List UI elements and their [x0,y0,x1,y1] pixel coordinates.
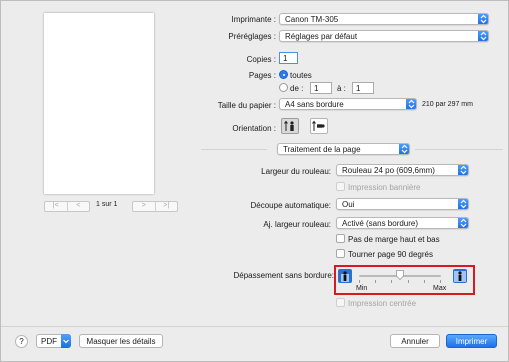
paper-dimensions: 210 par 297 mm [422,101,473,108]
presets-select[interactable]: Réglages par défaut [279,30,489,42]
rotate-label: Tourner page 90 degrés [348,250,433,259]
paper-size-value: A4 sans bordure [285,100,344,109]
overflow-label: Dépassement sans bordure: [233,271,335,280]
no-margin-checkbox[interactable] [336,234,345,243]
pdf-menu-button[interactable]: PDF [36,334,71,348]
rotate-checkbox[interactable] [336,249,345,258]
pages-from-label: de : [290,84,304,93]
pages-to-label: à : [337,84,346,93]
preview-nav-back-group: |< < [44,201,90,212]
roll-width-select[interactable]: Rouleau 24 po (609,6mm) [336,164,469,176]
paper-size-label: Taille du papier : [217,101,276,110]
presets-value: Réglages par défaut [285,32,358,41]
orientation-label: Orientation : [232,124,276,133]
updown-arrow-icon [478,31,488,41]
landscape-icon [312,120,325,131]
updown-arrow-icon [478,14,488,24]
pages-range-radio[interactable] [279,83,288,92]
printer-label: Imprimante : [231,15,276,24]
printer-select[interactable]: Canon TM-305 [279,13,489,25]
portrait-button[interactable] [281,118,299,134]
preview-nav-forward-group: > >| [132,201,178,212]
footer-separator [1,326,508,327]
copies-label: Copies : [246,55,276,64]
updown-arrow-icon [458,218,468,228]
pages-to-input[interactable]: 1 [352,82,374,94]
cancel-button[interactable]: Annuler [390,334,440,348]
auto-cut-select[interactable]: Oui [336,198,469,210]
centered-checkbox[interactable] [336,298,345,307]
paper-size-select[interactable]: A4 sans bordure [279,98,417,110]
pages-from-input[interactable]: 1 [310,82,332,94]
fit-roll-value: Activé (sans bordure) [342,219,419,228]
portrait-icon [284,120,294,131]
next-page-button[interactable]: > [133,202,156,211]
highlight-box [334,265,475,295]
printer-value: Canon TM-305 [285,15,339,24]
centered-label: Impression centrée [348,299,417,308]
pdf-label: PDF [41,337,57,346]
hide-details-button[interactable]: Masquer les détails [79,334,163,348]
fit-roll-label: Aj. largeur rouleau: [263,220,331,229]
roll-width-value: Rouleau 24 po (609,6mm) [342,166,435,175]
section-value: Traitement de la page [283,145,361,154]
separator-right [415,149,503,150]
presets-label: Préréglages : [228,32,276,41]
pages-label: Pages : [248,71,276,80]
updown-arrow-icon [458,199,468,209]
banner-checkbox[interactable] [336,182,345,191]
fit-roll-select[interactable]: Activé (sans bordure) [336,217,469,229]
separator-left [201,149,267,150]
banner-label: Impression bannière [348,183,421,192]
copies-input[interactable]: 1 [279,52,298,64]
pages-all-label: toutes [290,71,312,80]
updown-arrow-icon [406,99,416,109]
auto-cut-label: Découpe automatique: [250,201,332,210]
pages-all-radio[interactable] [279,70,288,79]
updown-arrow-icon [399,144,409,154]
help-button[interactable]: ? [15,335,28,348]
landscape-button[interactable] [310,118,328,134]
roll-width-label: Largeur du rouleau: [261,167,331,176]
print-dialog: |< < 1 sur 1 > >| Imprimante : Canon TM-… [0,0,509,362]
page-preview [44,13,154,194]
no-margin-label: Pas de marge haut et bas [348,235,440,244]
page-counter: 1 sur 1 [96,201,118,208]
updown-arrow-icon [458,165,468,175]
prev-page-button[interactable]: < [68,202,90,211]
section-select[interactable]: Traitement de la page [277,143,410,155]
first-page-button[interactable]: |< [45,202,68,211]
last-page-button[interactable]: >| [156,202,178,211]
print-button[interactable]: Imprimer [446,334,497,348]
chevron-down-icon [61,334,71,348]
auto-cut-value: Oui [342,200,355,209]
